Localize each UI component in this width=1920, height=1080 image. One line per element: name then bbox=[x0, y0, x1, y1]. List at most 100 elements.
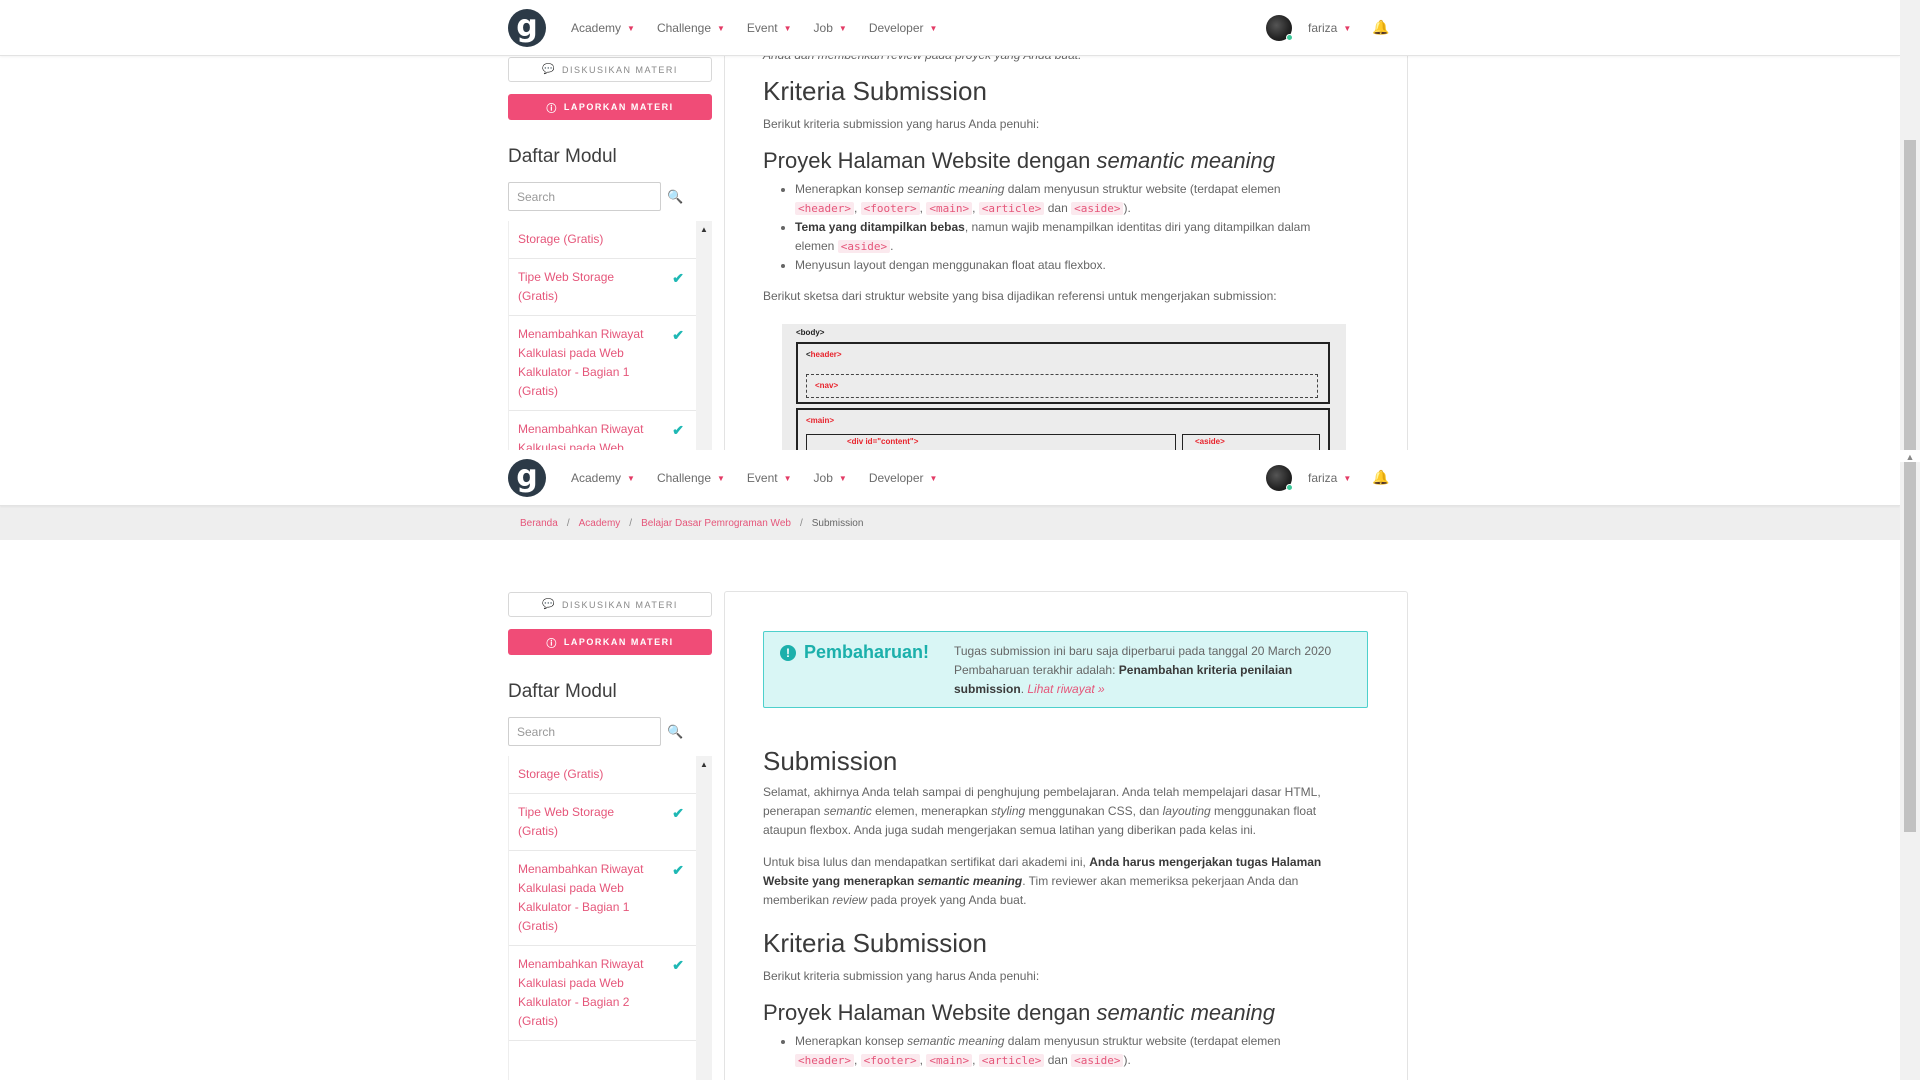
module-list-scrollbar[interactable]: ▲ bbox=[696, 221, 712, 450]
nav-challenge[interactable]: Challenge ▼ bbox=[657, 21, 725, 35]
scroll-up-icon[interactable]: ▲ bbox=[700, 225, 708, 234]
scroll-up-icon[interactable]: ▲ bbox=[700, 760, 708, 769]
nav-event[interactable]: Event ▼ bbox=[747, 471, 792, 485]
nav-challenge-label: Challenge bbox=[656, 21, 711, 35]
list-item: Menyusun layout dengan menggunakan float… bbox=[795, 256, 1343, 275]
criteria-intro: Berikut kriteria submission yang harus A… bbox=[763, 117, 1040, 131]
page-scrollbar-top[interactable]: ▲ bbox=[1900, 0, 1920, 462]
list-item: Menerapkan konsep semantic meaning dalam… bbox=[795, 180, 1343, 218]
module-item[interactable]: Menambahkan Riwayat Kalkulasi pada Web K… bbox=[509, 851, 696, 946]
user-menu[interactable]: fariza ▼ bbox=[1266, 465, 1351, 491]
nav-challenge[interactable]: Challenge ▼ bbox=[657, 471, 725, 485]
chevron-down-icon: ▼ bbox=[783, 473, 792, 483]
intro-paragraph: Selamat, akhirnya Anda telah sampai di p… bbox=[763, 783, 1343, 840]
nav-academy[interactable]: Academy ▼ bbox=[571, 471, 635, 485]
li1-text: Menerapkan konsep bbox=[795, 1034, 908, 1048]
user-menu[interactable]: fariza ▼ bbox=[1266, 15, 1351, 41]
scrollbar-thumb[interactable] bbox=[1904, 462, 1916, 832]
criteria-intro: Berikut kriteria submission yang harus A… bbox=[763, 969, 1040, 983]
nav-developer[interactable]: Developer ▼ bbox=[869, 21, 938, 35]
nav-academy-label: Academy bbox=[571, 471, 622, 485]
module-item[interactable]: Tipe Web Storage (Gratis) ✔ bbox=[509, 794, 696, 851]
nav-job[interactable]: Job ▼ bbox=[814, 21, 847, 35]
nav-job-label: Job bbox=[813, 21, 833, 35]
structure-sketch-image: <body> <header> <nav> <main> <div id="co… bbox=[782, 324, 1346, 450]
alert-body: Tugas submission ini baru saja diperbaru… bbox=[954, 642, 1354, 699]
criteria-title: Kriteria Submission bbox=[763, 928, 987, 958]
report-label: LAPORKAN MATERI bbox=[563, 637, 674, 647]
module-label: Menambahkan Riwayat Kalkulasi pada Web K… bbox=[518, 327, 644, 398]
module-item[interactable]: Storage (Gratis) bbox=[509, 221, 696, 259]
dicoding-logo[interactable]: g bbox=[508, 459, 546, 497]
check-icon: ✔ bbox=[672, 422, 684, 438]
discuss-label: DISKUSIKAN MATERI bbox=[562, 599, 678, 610]
search-icon[interactable]: 🔍 bbox=[667, 724, 683, 740]
module-title: Daftar Modul bbox=[508, 146, 617, 167]
li1-text: Menerapkan konsep bbox=[795, 182, 908, 196]
module-item[interactable]: Menambahkan Riwayat Kalkulasi pada Web K… bbox=[509, 411, 696, 450]
search-input[interactable] bbox=[508, 182, 661, 211]
sketch-aside-box: <aside> bbox=[1182, 434, 1320, 450]
nav-event[interactable]: Event ▼ bbox=[747, 21, 792, 35]
breadcrumb-academy[interactable]: Academy bbox=[579, 518, 621, 529]
requirement-paragraph: Untuk bisa lulus dan mendapatkan sertifi… bbox=[763, 853, 1343, 910]
alert-title: ! Pembaharuan! bbox=[780, 642, 929, 663]
nav-job[interactable]: Job ▼ bbox=[814, 471, 847, 485]
avatar bbox=[1266, 15, 1293, 41]
report-button[interactable]: ⓘ LAPORKAN MATERI bbox=[508, 629, 712, 655]
bottom-view: g Academy ▼ Challenge ▼ Event ▼ Job ▼ Develo… bbox=[0, 450, 1900, 1080]
info-icon: ⓘ bbox=[546, 103, 558, 115]
module-label: Storage (Gratis) bbox=[518, 232, 604, 246]
dicoding-logo[interactable]: g bbox=[508, 9, 546, 47]
nav-academy[interactable]: Academy ▼ bbox=[571, 21, 635, 35]
search-input[interactable] bbox=[508, 717, 661, 746]
p1-em: semantic bbox=[823, 804, 872, 818]
criteria-list: Menerapkan konsep semantic meaning dalam… bbox=[763, 1032, 1343, 1070]
history-link[interactable]: Lihat riwayat » bbox=[1027, 682, 1104, 696]
online-status-icon bbox=[1286, 484, 1293, 491]
scrollbar-thumb[interactable] bbox=[1904, 140, 1916, 450]
list-item: Menerapkan konsep semantic meaning dalam… bbox=[795, 1032, 1343, 1070]
nav-developer[interactable]: Developer ▼ bbox=[869, 471, 938, 485]
tag-aside: <aside> bbox=[1071, 202, 1124, 215]
nav-event-label: Event bbox=[746, 471, 778, 485]
discuss-label: DISKUSIKAN MATERI bbox=[562, 64, 678, 75]
scroll-up-icon[interactable]: ▲ bbox=[1904, 452, 1916, 462]
report-label: LAPORKAN MATERI bbox=[563, 102, 674, 112]
chevron-down-icon: ▼ bbox=[783, 23, 792, 33]
bell-icon[interactable]: 🔔 bbox=[1372, 469, 1389, 486]
criteria-section-top: Kriteria Submission Berikut kriteria sub… bbox=[763, 76, 1343, 306]
sketch-nav-label: <nav> bbox=[815, 381, 839, 390]
module-item[interactable]: Menambahkan Riwayat Kalkulasi pada Web K… bbox=[509, 946, 696, 1041]
sketch-header-box: <header> <nav> bbox=[796, 342, 1330, 404]
module-label: Tipe Web Storage (Gratis) bbox=[518, 270, 615, 303]
discuss-button[interactable]: 💬 DISKUSIKAN MATERI bbox=[508, 592, 712, 617]
sketch-header-text: header> bbox=[810, 350, 842, 359]
page-scrollbar-bottom[interactable] bbox=[1900, 462, 1920, 1080]
project-title-text: Proyek Halaman Website dengan bbox=[763, 148, 1097, 173]
module-list-scrollbar[interactable]: ▲ bbox=[696, 756, 712, 1080]
comment-icon: 💬 bbox=[542, 599, 557, 610]
search-icon[interactable]: 🔍 bbox=[667, 189, 683, 205]
module-item[interactable]: Tipe Web Storage (Gratis) ✔ bbox=[509, 259, 696, 316]
report-button[interactable]: ⓘ LAPORKAN MATERI bbox=[508, 94, 712, 120]
discuss-button[interactable]: 💬 DISKUSIKAN MATERI bbox=[508, 57, 712, 82]
breadcrumb-home[interactable]: Beranda bbox=[520, 518, 558, 529]
module-item[interactable]: Storage (Gratis) bbox=[509, 756, 696, 794]
bell-icon[interactable]: 🔔 bbox=[1372, 19, 1389, 36]
module-item[interactable]: Menambahkan Riwayat Kalkulasi pada Web K… bbox=[509, 316, 696, 411]
tag-aside: <aside> bbox=[1071, 1054, 1124, 1067]
nav-academy-label: Academy bbox=[571, 21, 622, 35]
sketch-main-label: <main> bbox=[806, 416, 835, 425]
tag-footer: <footer> bbox=[860, 202, 920, 215]
module-label: Tipe Web Storage (Gratis) bbox=[518, 805, 615, 838]
p2-bold-em: semantic meaning bbox=[917, 874, 1023, 888]
update-alert: ! Pembaharuan! Tugas submission ini baru … bbox=[763, 631, 1368, 708]
sketch-body-label: <body> bbox=[796, 328, 825, 337]
p2-em: review bbox=[832, 893, 868, 907]
sketch-nav-box: <nav> bbox=[806, 374, 1318, 398]
li3-text: Menyusun layout dengan menggunakan float… bbox=[795, 258, 1106, 272]
chevron-down-icon: ▼ bbox=[838, 473, 847, 483]
breadcrumb-course[interactable]: Belajar Dasar Pemrograman Web bbox=[641, 518, 791, 529]
p1-text-b: elemen, menerapkan bbox=[871, 804, 992, 818]
